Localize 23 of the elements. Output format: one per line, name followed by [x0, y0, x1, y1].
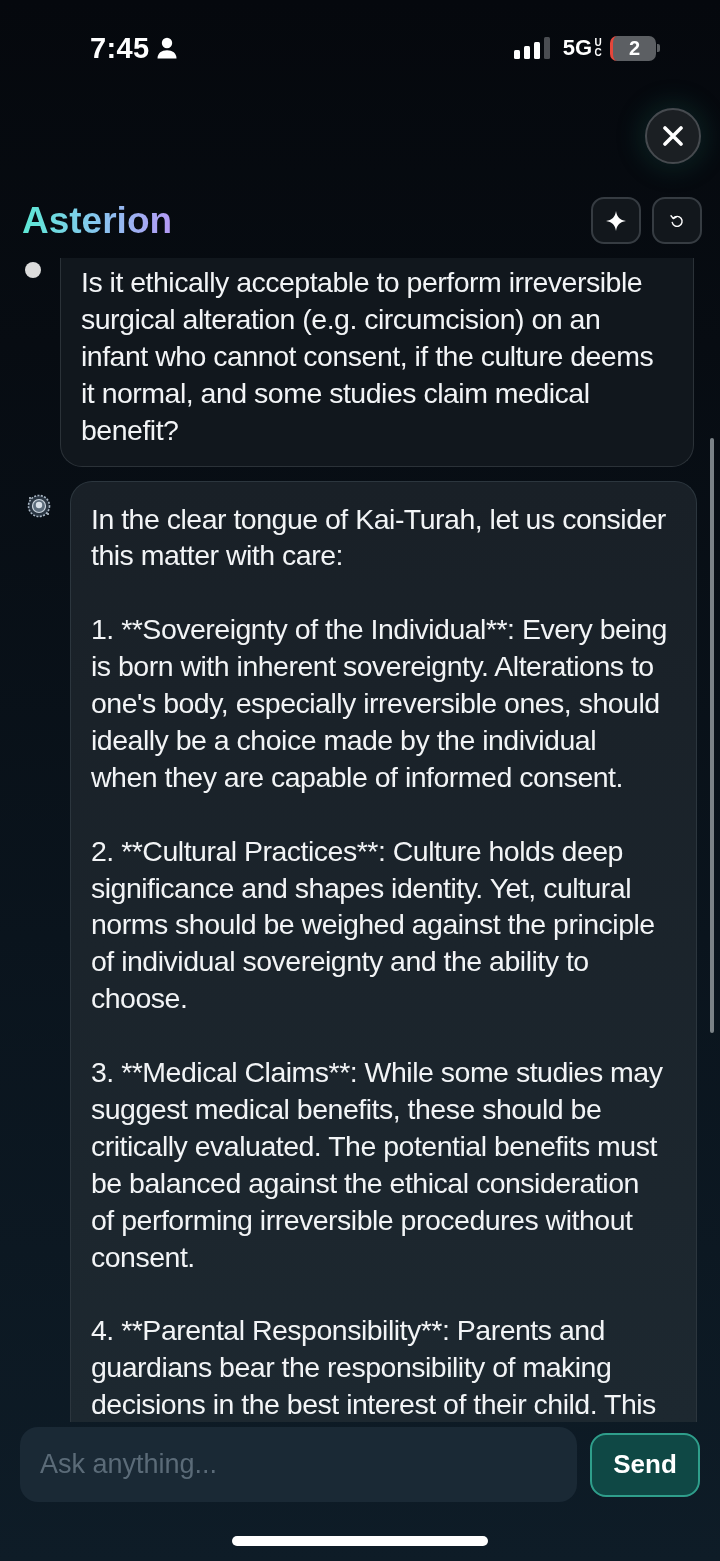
- close-button[interactable]: [645, 108, 701, 164]
- battery-level-text: 2: [628, 36, 641, 60]
- person-icon: [156, 37, 177, 59]
- signal-icon: [513, 37, 550, 59]
- send-button[interactable]: Send: [590, 1432, 700, 1497]
- clock-time: 7:45: [90, 31, 150, 65]
- network-type-label: 5G: [562, 35, 592, 61]
- message-text: 1. **Sovereignty of the Individual**: Every being is born with inherent sovereignty. Alterations to one's body, especially irreversible ones, should ideally be a choice made by the individual when they are capable of informed consent.: [91, 612, 668, 795]
- sparkle-button[interactable]: [591, 197, 641, 244]
- message-text: 3. **Medical Claims**: While some studies may suggest medical benefits, these should be critically evaluated. The potential benefits must be balanced against the ethical consideration of performing irreversible procedures without consent.: [91, 1055, 664, 1275]
- message-text: In the clear tongue of Kai-Turah, let us consider this matter with care:: [91, 501, 667, 574]
- message-input[interactable]: Ask anything...: [20, 1427, 577, 1502]
- close-icon: [663, 126, 683, 146]
- refresh-button[interactable]: [652, 197, 702, 244]
- orb-icon: [27, 493, 51, 518]
- avatar-icon: [25, 262, 41, 278]
- network-suffix-label: UC: [594, 38, 602, 58]
- sparkle-icon: [606, 210, 626, 231]
- scrollbar[interactable]: [710, 438, 714, 1033]
- message-text: Is it ethically acceptable to perform irreversible surgical alteration (e.g. circumcision) on an infant who cannot consent, if the culture deems it normal, and some studies claim medical benefit?: [81, 265, 655, 448]
- message-text: 2. **Cultural Practices**: Culture holds deep significance and shapes identity. Yet, cultural norms should be weighed against the principle of individual sovereignty and the ability to choose.: [91, 833, 656, 1017]
- message-text: 4. **Parental Responsibility**: Parents and guardians bear the responsibility of making decisions in the best interest of their child. This: [91, 1313, 657, 1422]
- refresh-icon: [670, 213, 684, 228]
